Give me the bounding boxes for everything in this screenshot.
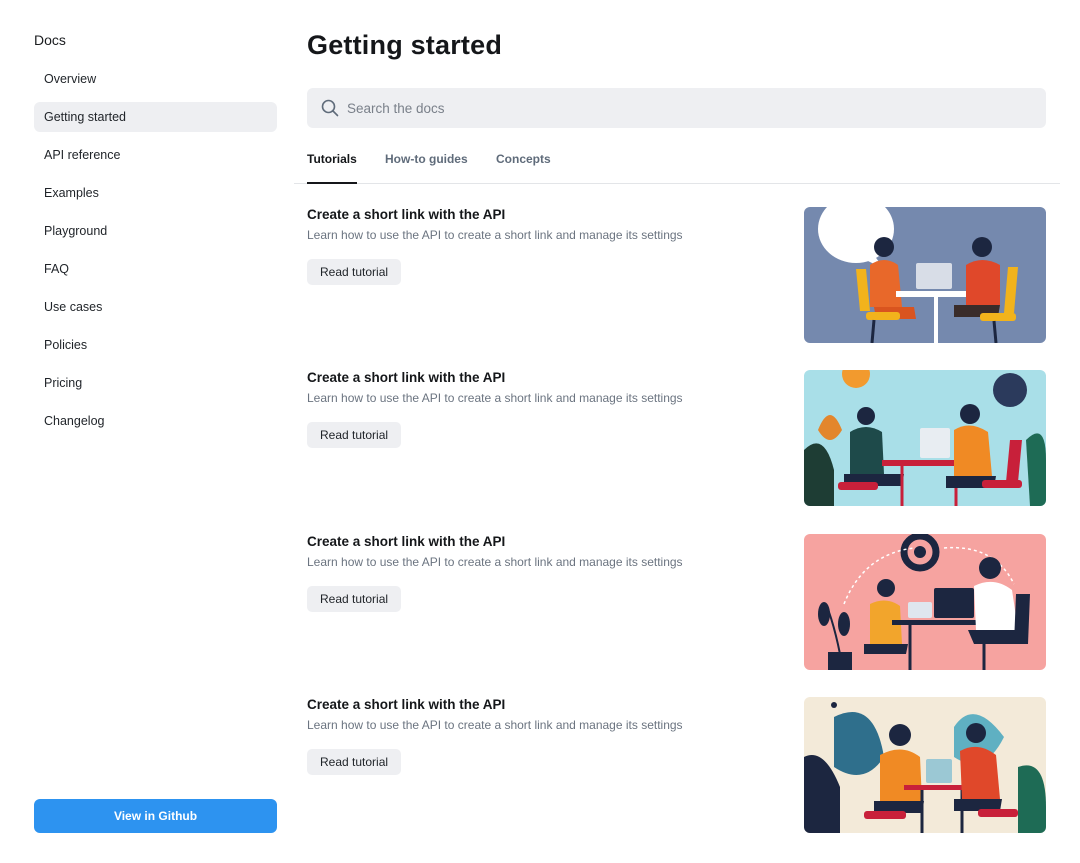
tutorial-title: Create a short link with the API [307,697,506,712]
read-tutorial-button[interactable]: Read tutorial [307,586,402,612]
tutorial-title: Create a short link with the API [307,207,506,222]
search-input[interactable] [347,88,1037,128]
sidebar-nav: Overview Getting started API reference E… [34,64,277,444]
tutorial-illustration [804,697,1046,833]
sidebar-title: Docs [34,32,66,48]
tab-concepts[interactable]: Concepts [496,152,551,183]
sidebar-item-playground[interactable]: Playground [34,216,277,246]
tab-tutorials[interactable]: Tutorials [307,152,357,184]
read-tutorial-button[interactable]: Read tutorial [307,259,402,285]
read-tutorial-button[interactable]: Read tutorial [307,422,402,448]
sidebar-item-getting-started[interactable]: Getting started [34,102,277,132]
tutorial-illustration [804,207,1046,343]
tutorial-card: Create a short link with the API Learn h… [307,534,1046,670]
sidebar-item-changelog[interactable]: Changelog [34,406,277,436]
search-icon [320,98,340,118]
tutorial-title: Create a short link with the API [307,534,506,549]
tutorial-description: Learn how to use the API to create a sho… [307,228,683,242]
read-tutorial-button[interactable]: Read tutorial [307,749,402,775]
tutorial-illustration [804,534,1046,670]
sidebar-item-overview[interactable]: Overview [34,64,277,94]
page-title: Getting started [307,30,503,60]
tab-bar: Tutorials How-to guides Concepts [294,146,1060,184]
view-in-github-button[interactable]: View in Github [34,799,277,833]
sidebar-item-use-cases[interactable]: Use cases [34,292,277,322]
tab-how-to-guides[interactable]: How-to guides [385,152,468,183]
tutorial-description: Learn how to use the API to create a sho… [307,391,683,405]
sidebar-item-examples[interactable]: Examples [34,178,277,208]
sidebar-item-faq[interactable]: FAQ [34,254,277,284]
sidebar: Docs Overview Getting started API refere… [0,0,294,863]
search-bar[interactable] [307,88,1046,128]
tutorial-title: Create a short link with the API [307,370,506,385]
tutorial-illustration [804,370,1046,506]
tutorial-description: Learn how to use the API to create a sho… [307,718,683,732]
tutorial-card: Create a short link with the API Learn h… [307,370,1046,506]
sidebar-item-api-reference[interactable]: API reference [34,140,277,170]
tutorial-description: Learn how to use the API to create a sho… [307,555,683,569]
sidebar-item-pricing[interactable]: Pricing [34,368,277,398]
tutorial-card: Create a short link with the API Learn h… [307,697,1046,833]
tutorial-card: Create a short link with the API Learn h… [307,207,1046,343]
sidebar-item-policies[interactable]: Policies [34,330,277,360]
